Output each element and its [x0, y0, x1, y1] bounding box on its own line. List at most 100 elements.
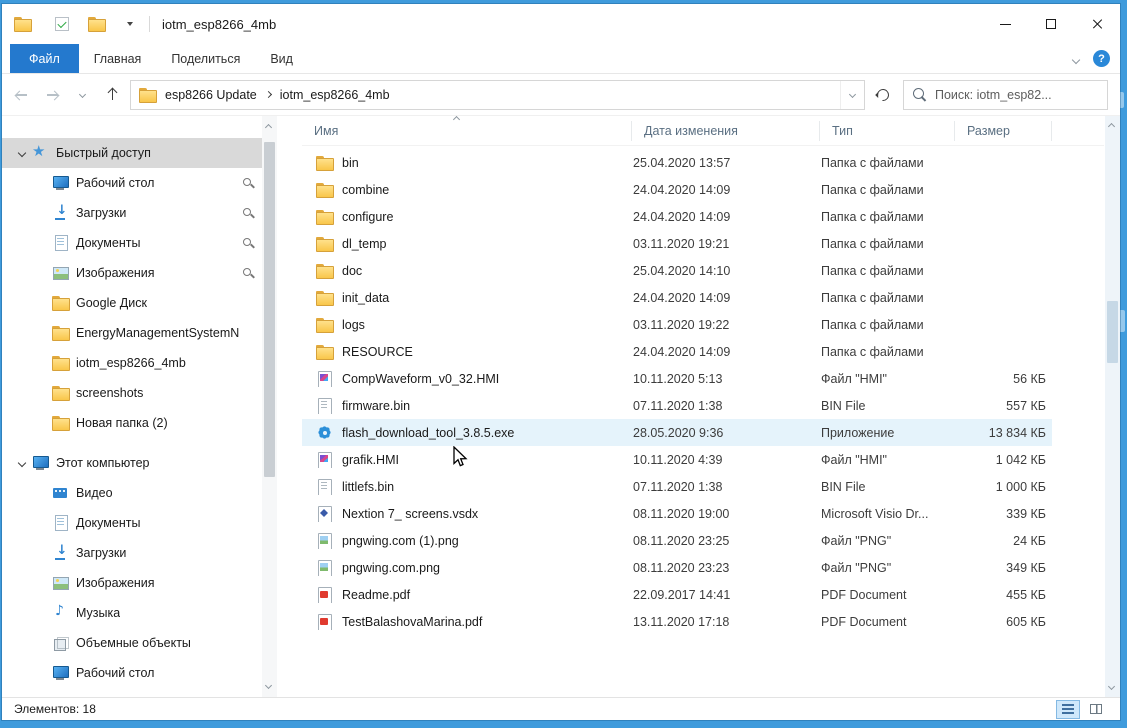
- window-title: iotm_esp8266_4mb: [162, 17, 276, 32]
- expand-chevron-icon[interactable]: [18, 459, 26, 467]
- minimize-button[interactable]: [982, 4, 1028, 44]
- sidebar-item[interactable]: Загрузки: [2, 198, 262, 228]
- sidebar-scrollbar[interactable]: [262, 116, 277, 697]
- scroll-up-icon[interactable]: [265, 124, 272, 131]
- file-row[interactable]: pngwing.com (1).png08.11.2020 23:25Файл …: [302, 527, 1052, 554]
- tab-share[interactable]: Поделиться: [156, 44, 255, 73]
- file-row[interactable]: dl_temp03.11.2020 19:21Папка с файлами: [302, 230, 1052, 257]
- file-row[interactable]: combine24.04.2020 14:09Папка с файлами: [302, 176, 1052, 203]
- qat-customize-button[interactable]: [121, 15, 139, 33]
- pin-icon: [242, 207, 254, 219]
- sidebar-item[interactable]: Рабочий стол: [2, 168, 262, 198]
- pin-icon: [242, 177, 254, 189]
- scroll-down-icon[interactable]: [1108, 683, 1115, 690]
- file-type-cell: BIN File: [820, 399, 955, 413]
- forward-button[interactable]: [38, 81, 66, 109]
- column-header-size[interactable]: Размер: [955, 121, 1052, 141]
- folder-icon: [52, 415, 69, 431]
- sidebar-item[interactable]: Этот компьютер: [2, 448, 262, 478]
- file-name: RESOURCE: [342, 345, 413, 359]
- chevron-down-icon: [78, 91, 85, 98]
- scroll-up-icon[interactable]: [1108, 123, 1115, 130]
- back-button[interactable]: [8, 81, 36, 109]
- sidebar-scrollbar-thumb[interactable]: [264, 142, 275, 477]
- file-row[interactable]: bin25.04.2020 13:57Папка с файлами: [302, 149, 1052, 176]
- tab-home[interactable]: Главная: [79, 44, 157, 73]
- file-row[interactable]: logs03.11.2020 19:22Папка с файлами: [302, 311, 1052, 338]
- file-name: init_data: [342, 291, 389, 305]
- main-scrollbar[interactable]: [1105, 116, 1120, 697]
- tab-file[interactable]: Файл: [10, 44, 79, 73]
- file-type-cell: Папка с файлами: [820, 318, 955, 332]
- breadcrumb-item[interactable]: esp8266 Update: [156, 88, 266, 102]
- file-row[interactable]: CompWaveform_v0_32.HMI10.11.2020 5:13Фай…: [302, 365, 1052, 392]
- scroll-down-icon[interactable]: [265, 682, 272, 689]
- sidebar-item[interactable]: Загрузки: [2, 538, 262, 568]
- document-icon: [52, 235, 69, 251]
- file-row[interactable]: littlefs.bin07.11.2020 1:38BIN File1 000…: [302, 473, 1052, 500]
- file-row[interactable]: Nextion 7_ screens.vsdx08.11.2020 19:00M…: [302, 500, 1052, 527]
- file-row[interactable]: pngwing.com.png08.11.2020 23:23Файл "PNG…: [302, 554, 1052, 581]
- maximize-icon: [1046, 19, 1056, 29]
- column-header-type[interactable]: Тип: [820, 121, 955, 141]
- address-bar[interactable]: esp8266 Update iotm_esp8266_4mb: [130, 80, 865, 110]
- file-row[interactable]: grafik.HMI10.11.2020 4:39Файл "HMI"1 042…: [302, 446, 1052, 473]
- file-row[interactable]: doc25.04.2020 14:10Папка с файлами: [302, 257, 1052, 284]
- sidebar-item[interactable]: Рабочий стол: [2, 658, 262, 688]
- tab-view[interactable]: Вид: [255, 44, 308, 73]
- file-name-cell: flash_download_tool_3.8.5.exe: [302, 425, 632, 441]
- maximize-button[interactable]: [1028, 4, 1074, 44]
- sidebar-item[interactable]: screenshots: [2, 378, 262, 408]
- file-row[interactable]: RESOURCE24.04.2020 14:09Папка с файлами: [302, 338, 1052, 365]
- sidebar-item[interactable]: Изображения: [2, 568, 262, 598]
- expand-ribbon-button[interactable]: [1073, 50, 1079, 68]
- address-dropdown-button[interactable]: [840, 81, 864, 109]
- main-scrollbar-thumb[interactable]: [1107, 301, 1118, 363]
- folder-icon: [316, 182, 333, 198]
- file-row[interactable]: configure24.04.2020 14:09Папка с файлами: [302, 203, 1052, 230]
- file-row[interactable]: init_data24.04.2020 14:09Папка с файлами: [302, 284, 1052, 311]
- sidebar-item-label: Документы: [76, 516, 140, 530]
- file-name-cell: grafik.HMI: [302, 452, 632, 468]
- file-name-cell: firmware.bin: [302, 398, 632, 414]
- file-row[interactable]: firmware.bin07.11.2020 1:38BIN File557 К…: [302, 392, 1052, 419]
- sidebar-item[interactable]: Документы: [2, 508, 262, 538]
- file-row[interactable]: Readme.pdf22.09.2017 14:41PDF Document45…: [302, 581, 1052, 608]
- sidebar-item[interactable]: EnergyManagementSystemN: [2, 318, 262, 348]
- sidebar-item[interactable]: Быстрый доступ: [2, 138, 262, 168]
- titlebar: iotm_esp8266_4mb: [2, 4, 1120, 44]
- refresh-button[interactable]: [869, 81, 897, 109]
- breadcrumb-item[interactable]: iotm_esp8266_4mb: [271, 88, 399, 102]
- sidebar-item[interactable]: Музыка: [2, 598, 262, 628]
- sidebar-item[interactable]: Изображения: [2, 258, 262, 288]
- column-header-date[interactable]: Дата изменения: [632, 121, 820, 141]
- view-details-button[interactable]: [1056, 700, 1080, 719]
- sidebar-item[interactable]: Новая папка (2): [2, 408, 262, 438]
- file-name: pngwing.com.png: [342, 561, 440, 575]
- qat-check-button[interactable]: [53, 15, 71, 33]
- back-arrow-icon: [15, 88, 29, 101]
- expand-chevron-icon[interactable]: [18, 149, 26, 157]
- sidebar-item[interactable]: Google Диск: [2, 288, 262, 318]
- items-count: Элементов: 18: [14, 702, 96, 716]
- status-bar: Элементов: 18: [2, 697, 1120, 720]
- file-size-cell: 349 КБ: [955, 561, 1052, 575]
- close-button[interactable]: [1074, 4, 1120, 44]
- up-button[interactable]: [98, 81, 126, 109]
- sidebar-item-label: Изображения: [76, 576, 155, 590]
- sidebar-item[interactable]: Объемные объекты: [2, 628, 262, 658]
- sidebar-item-label: Документы: [76, 236, 140, 250]
- qat-folder-button[interactable]: [87, 15, 105, 33]
- help-button[interactable]: ?: [1093, 50, 1110, 67]
- file-row[interactable]: flash_download_tool_3.8.5.exe28.05.2020 …: [302, 419, 1052, 446]
- search-box[interactable]: Поиск: iotm_esp82...: [903, 80, 1108, 110]
- file-name: flash_download_tool_3.8.5.exe: [342, 426, 514, 440]
- sidebar-item[interactable]: Документы: [2, 228, 262, 258]
- sidebar-item[interactable]: Видео: [2, 478, 262, 508]
- column-header-name[interactable]: Имя: [302, 121, 632, 141]
- sidebar-item[interactable]: iotm_esp8266_4mb: [2, 348, 262, 378]
- view-thumbnails-button[interactable]: [1084, 700, 1108, 719]
- folder-icon: [316, 236, 333, 252]
- file-row[interactable]: TestBalashovaMarina.pdf13.11.2020 17:18P…: [302, 608, 1052, 635]
- recent-locations-button[interactable]: [68, 81, 96, 109]
